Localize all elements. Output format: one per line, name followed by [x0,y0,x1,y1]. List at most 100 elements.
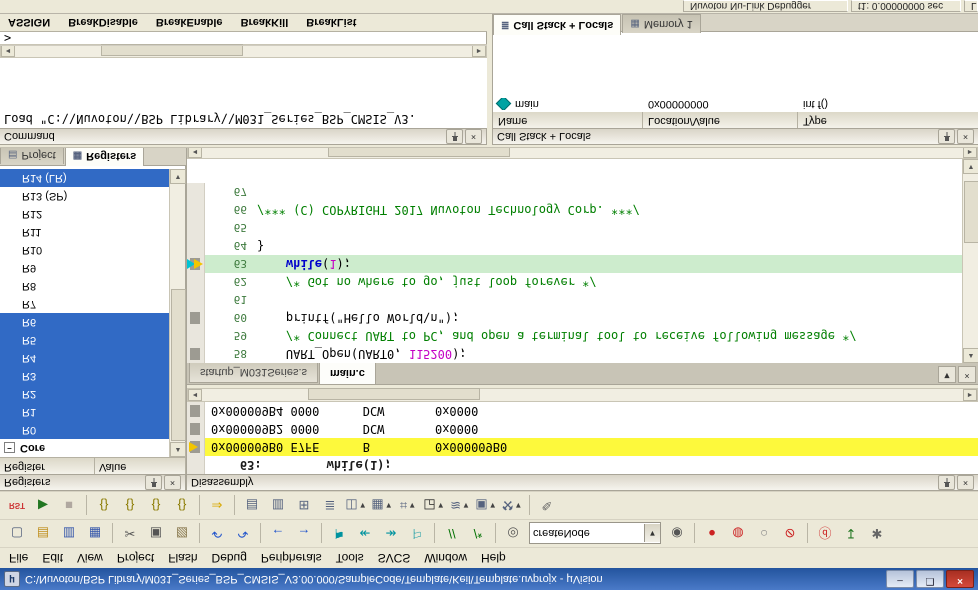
editor-margin[interactable] [187,201,205,219]
show-next-statement-icon[interactable]: ⇒ [205,494,229,518]
open-file-icon[interactable]: ▤ [31,522,55,546]
hint-command-breakdisable[interactable]: BreakDisable [68,17,138,29]
menu-flash[interactable]: Flash [161,549,204,567]
debug-settings-icon[interactable]: ✎ [535,494,559,518]
run-to-cursor-icon[interactable]: {} [170,494,194,518]
editor-margin[interactable] [187,273,205,291]
register-row-r8[interactable]: R8 [0,277,170,295]
toggle-bookmark-icon[interactable]: ⚑ [327,522,351,546]
editor-line-61[interactable]: 61 [187,291,978,309]
disassembly-line[interactable]: 0x000009B0 E7FE B 0x000009B0 [187,438,978,456]
code-editor[interactable]: 58 UART_Open(UART0, 115200);59 /* Connec… [187,159,978,363]
document-close-icon[interactable]: × [958,366,976,383]
clear-bookmarks-icon[interactable]: ⚐ [405,522,429,546]
redo-icon[interactable]: ↷ [231,522,255,546]
register-row-r9[interactable]: R9 [0,259,170,277]
navigate-back-icon[interactable]: ← [266,522,290,546]
comment-selection-icon[interactable]: // [440,522,464,546]
command-output[interactable]: Load "C:\\Nuvoton\\BSP Library\\M031_Ser… [0,58,487,128]
disassembly-window-icon[interactable]: ▥ [266,494,290,518]
tab-memory-1[interactable]: ▦Memory 1 [622,14,700,33]
dropdown-caret-icon[interactable]: ▼ [408,501,416,510]
register-row-r2[interactable]: R2 [0,385,170,403]
disassembly-close-button[interactable]: × [957,475,974,490]
cut-icon[interactable]: ✂ [118,522,142,546]
editor-line-64[interactable]: 64} [187,237,978,255]
tab-registers[interactable]: ▦Registers [65,145,145,166]
disable-all-breakpoints-icon[interactable]: ○ [752,522,776,546]
flash-download-icon[interactable]: ↧ [839,522,863,546]
reset-cpu-icon[interactable]: RST [5,494,29,518]
scroll-up-icon[interactable]: ▲ [963,348,978,363]
symbol-window-icon[interactable]: ⊞ [292,494,316,518]
disassembly-content[interactable]: 63: while(1);0x000009B0 E7FE B 0x000009B… [187,402,978,474]
collapse-icon[interactable]: – [4,443,15,454]
command-hscrollbar[interactable]: ◄ ► [0,44,487,58]
maximize-button[interactable]: ❐ [916,570,944,588]
watch-window-icon[interactable]: ◫▼ [344,494,368,518]
call-stack-close-button[interactable]: × [957,129,974,144]
new-file-icon[interactable]: ▢ [5,522,29,546]
step-over-icon[interactable]: {} [118,494,142,518]
target-options-icon[interactable]: ✱ [865,522,889,546]
step-into-icon[interactable]: {} [92,494,116,518]
editor-margin[interactable] [187,309,205,327]
undo-icon[interactable]: ↶ [205,522,229,546]
hint-command-breakenable[interactable]: BreakEnable [156,17,223,29]
registers-scrollbar[interactable]: ▲ ▼ [169,169,185,457]
editor-margin[interactable] [187,327,205,345]
trace-window-icon[interactable]: ≋▼ [448,494,472,518]
command-input[interactable]: > [0,32,487,46]
incremental-find-icon[interactable]: ◉ [665,522,689,546]
register-row-r5[interactable]: R5 [0,331,170,349]
enable-breakpoint-icon[interactable]: ◍ [726,522,750,546]
command-window-icon[interactable]: ▤ [240,494,264,518]
register-row-r13-sp[interactable]: R13 (SP) [0,187,170,205]
save-all-icon[interactable]: ▦ [83,522,107,546]
next-bookmark-icon[interactable]: ↠ [379,522,403,546]
memory-window-icon[interactable]: ▦▼ [370,494,394,518]
editor-margin[interactable] [187,183,205,201]
register-row-r10[interactable]: R10 [0,241,170,259]
find-input[interactable] [530,526,644,542]
prev-bookmark-icon[interactable]: ↞ [353,522,377,546]
dropdown-caret-icon[interactable]: ▼ [489,501,497,510]
tab-scroll-down-icon[interactable]: ▼ [938,366,956,383]
find-dropdown-icon[interactable]: ▼ [644,525,660,543]
insert-breakpoint-icon[interactable]: ● [700,522,724,546]
editor-vscrollbar[interactable]: ▲ ▼ [962,159,978,363]
hint-command-assign[interactable]: ASSIGN [8,17,50,29]
menu-edit[interactable]: Edit [35,549,70,567]
editor-line-58[interactable]: 58 UART_Open(UART0, 115200); [187,345,978,363]
toolbox-icon[interactable]: ⚒▼ [500,494,524,518]
scrollbar-thumb[interactable] [964,181,978,243]
registers-pin-button[interactable] [145,475,162,490]
scroll-down-icon[interactable]: ▼ [170,169,186,184]
disassembly-line[interactable]: 0x000009B4 0000 DCW 0x0000 [187,402,978,420]
menu-debug[interactable]: Debug [205,549,254,567]
menu-project[interactable]: Project [110,549,161,567]
register-row-r11[interactable]: R11 [0,223,170,241]
run-icon[interactable]: ▶ [31,494,55,518]
stop-icon[interactable]: ■ [57,494,81,518]
editor-line-62[interactable]: 62 /* Got no where to go, just loop fore… [187,273,978,291]
kill-all-breakpoints-icon[interactable]: ⊘ [778,522,802,546]
menu-svcs[interactable]: SVCS [371,549,418,567]
register-row-core[interactable]: –Core [0,439,170,457]
stack-frame-row[interactable]: main0x00000000int f() [493,96,978,112]
scroll-right-icon[interactable]: ► [472,45,486,57]
document-tab-startup-m031series-s[interactable]: startup_M031Series.s [189,363,318,383]
editor-line-66[interactable]: 66/*** (C) COPYRIGHT 2017 Nuvoton Techno… [187,201,978,219]
register-row-r4[interactable]: R4 [0,349,170,367]
menu-tools[interactable]: Tools [329,549,371,567]
menu-view[interactable]: View [70,549,110,567]
scroll-left-icon[interactable]: ◄ [1,45,15,57]
close-button[interactable]: × [946,570,974,588]
find-in-files-icon[interactable]: ◎ [501,522,525,546]
register-row-r6[interactable]: R6 [0,313,170,331]
paste-icon[interactable]: ▨ [170,522,194,546]
editor-line-59[interactable]: 59 /* Connect UART to PC, and open a ter… [187,327,978,345]
disassembly-line[interactable]: 0x000009B2 0000 DCW 0x0000 [187,420,978,438]
menu-peripherals[interactable]: Peripherals [254,549,329,567]
analysis-window-icon[interactable]: ◲▼ [422,494,446,518]
